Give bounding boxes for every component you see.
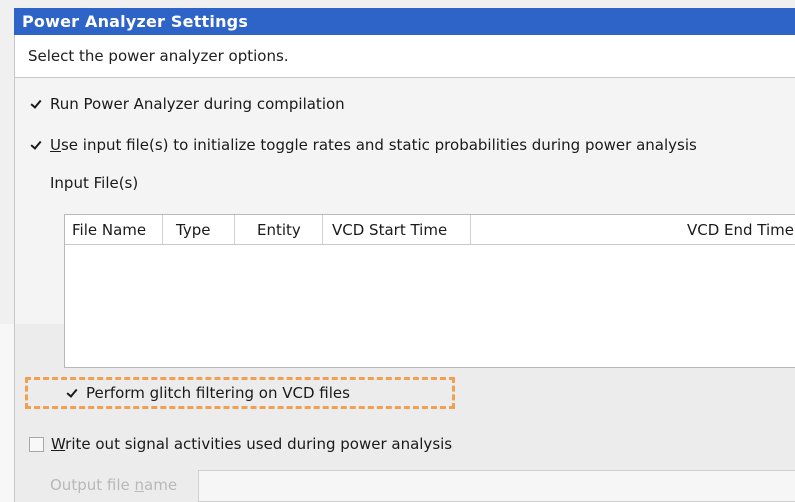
column-header-file-name[interactable]: File Name: [65, 215, 163, 245]
column-header-entity[interactable]: Entity: [235, 215, 323, 245]
output-file-name-label-prefix: Output file: [50, 476, 135, 494]
run-power-analyzer-checkbox[interactable]: [30, 98, 43, 111]
glitch-filtering-checkbox[interactable]: [66, 387, 79, 400]
input-files-table[interactable]: File Name Type Entity VCD Start Time VCD…: [64, 214, 795, 368]
input-files-label: Input File(s): [50, 174, 139, 192]
use-input-files-mnemonic: U: [50, 136, 61, 154]
output-file-name-input[interactable]: [198, 470, 795, 502]
write-signal-activities-label: Write out signal activities used during …: [51, 435, 452, 453]
glitch-filtering-option[interactable]: Perform glitch filtering on VCD files: [66, 384, 350, 402]
output-file-name-label-suffix: ame: [144, 476, 178, 494]
write-signal-activities-mnemonic: W: [51, 435, 66, 453]
glitch-filtering-label: Perform glitch filtering on VCD files: [86, 384, 350, 402]
output-file-name-label: Output file name: [50, 476, 177, 494]
use-input-files-checkbox[interactable]: [30, 139, 43, 152]
run-power-analyzer-label: Run Power Analyzer during compilation: [50, 95, 345, 113]
write-signal-activities-checkbox[interactable]: [29, 436, 44, 452]
power-analyzer-settings-page: Power Analyzer Settings Select the power…: [0, 0, 795, 502]
column-header-vcd-start-time[interactable]: VCD Start Time: [323, 215, 471, 245]
page-description: Select the power analyzer options.: [28, 47, 289, 65]
column-header-vcd-end-time[interactable]: VCD End Time: [471, 215, 795, 245]
use-input-files-label-rest: se input file(s) to initialize toggle ra…: [60, 136, 697, 154]
use-input-files-option[interactable]: Use input file(s) to initialize toggle r…: [30, 136, 697, 154]
use-input-files-label: Use input file(s) to initialize toggle r…: [50, 136, 697, 154]
write-signal-activities-option[interactable]: Write out signal activities used during …: [29, 435, 452, 453]
left-margin-strip: [0, 324, 14, 502]
write-signal-activities-label-rest: rite out signal activities used during p…: [65, 435, 453, 453]
output-file-name-mnemonic: n: [134, 476, 145, 494]
run-power-analyzer-option[interactable]: Run Power Analyzer during compilation: [30, 95, 345, 113]
description-panel: Select the power analyzer options.: [14, 35, 795, 78]
column-header-type[interactable]: Type: [163, 215, 235, 245]
input-files-table-header: File Name Type Entity VCD Start Time VCD…: [65, 215, 795, 245]
page-title: Power Analyzer Settings: [14, 8, 795, 35]
